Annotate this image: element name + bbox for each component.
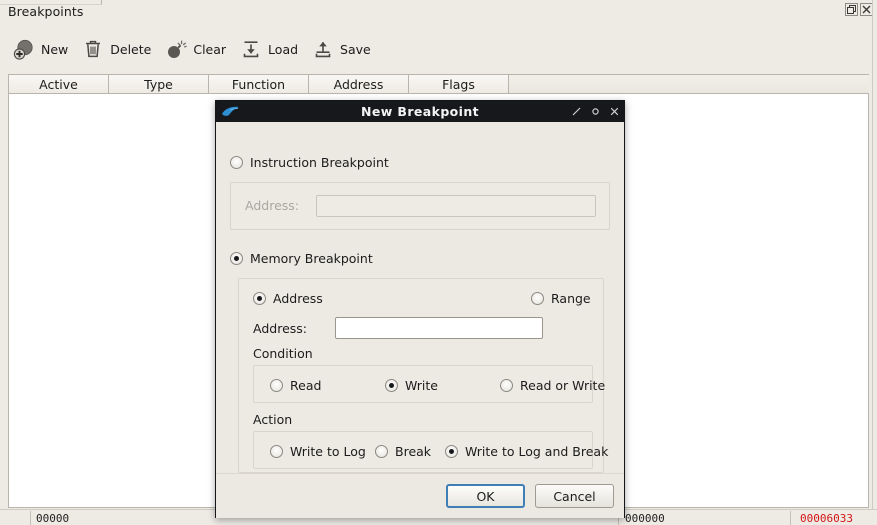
load-icon: [240, 38, 262, 60]
radio-memory-breakpoint-label: Memory Breakpoint: [250, 251, 373, 266]
radio-indicator[interactable]: [253, 292, 266, 305]
circle-icon: [592, 108, 599, 115]
radio-indicator[interactable]: [230, 252, 243, 265]
load-button-label: Load: [268, 41, 299, 57]
strip-cell: 00000: [36, 512, 70, 523]
radio-indicator[interactable]: [230, 156, 243, 169]
dialog-window-controls: [571, 101, 620, 122]
radio-mode-range-label: Range: [551, 291, 591, 306]
radio-memory-breakpoint[interactable]: Memory Breakpoint: [230, 251, 373, 266]
breakpoints-toolbar: New Delete Clear Load Save: [8, 33, 380, 65]
radio-instruction-breakpoint-label: Instruction Breakpoint: [250, 155, 389, 170]
radio-indicator[interactable]: [270, 445, 283, 458]
instruction-breakpoint-group: Address:: [230, 182, 610, 230]
cancel-button[interactable]: Cancel: [535, 484, 614, 508]
instruction-address-label: Address:: [245, 198, 299, 213]
column-header-address[interactable]: Address: [309, 75, 409, 93]
save-icon: [312, 38, 334, 60]
window-right-edge: [872, 0, 877, 525]
radio-instruction-breakpoint[interactable]: Instruction Breakpoint: [230, 155, 389, 170]
close-icon: [862, 5, 871, 14]
shade-button[interactable]: [571, 106, 582, 117]
memory-breakpoint-group: Address Range Address: Condition Read Wr…: [238, 278, 608, 473]
bomb-icon: [165, 38, 188, 60]
radio-action-break[interactable]: Break: [375, 444, 431, 459]
close-button[interactable]: [609, 106, 620, 117]
dialog-titlebar[interactable]: New Breakpoint: [216, 101, 624, 122]
save-button[interactable]: Save: [307, 34, 380, 64]
radio-action-break-label: Break: [395, 444, 432, 459]
new-breakpoint-dialog: New Breakpoint Instruction Breakpoint Ad…: [215, 100, 625, 518]
strip-divider: [30, 511, 31, 525]
radio-condition-write-label: Write: [405, 378, 439, 393]
new-button-label: New: [41, 41, 69, 57]
condition-group: Read Write Read or Write: [253, 365, 605, 403]
radio-condition-write[interactable]: Write: [385, 378, 438, 393]
dialog-title: New Breakpoint: [360, 104, 480, 119]
breakpoints-table-header: Active Type Function Address Flags: [8, 74, 869, 94]
restore-button[interactable]: [845, 3, 858, 16]
radio-indicator[interactable]: [270, 379, 283, 392]
instruction-address-input[interactable]: [316, 195, 596, 217]
radio-condition-read-or-write-label: Read or Write: [520, 378, 606, 393]
strip-cell-highlighted: 00006033: [800, 512, 853, 523]
radio-condition-read-label: Read: [290, 378, 322, 393]
diagonal-line-icon: [572, 107, 581, 116]
clear-button[interactable]: Clear: [160, 34, 235, 64]
radio-condition-read-or-write[interactable]: Read or Write: [500, 378, 605, 393]
radio-mode-range[interactable]: Range: [531, 291, 591, 306]
dialog-button-bar: OK Cancel: [446, 484, 614, 508]
action-section-label: Action: [253, 412, 293, 427]
action-group: Write to Log Break Write to Log and Brea…: [253, 431, 608, 469]
column-header-flags[interactable]: Flags: [409, 75, 509, 93]
radio-mode-address-label: Address: [273, 291, 323, 306]
save-button-label: Save: [340, 41, 371, 57]
radio-indicator[interactable]: [385, 379, 398, 392]
column-header-type[interactable]: Type: [109, 75, 209, 93]
main-window-controls: [845, 3, 873, 16]
radio-action-write-to-log-and-break[interactable]: Write to Log and Break: [445, 444, 608, 459]
delete-button[interactable]: Delete: [77, 34, 160, 64]
maximize-button[interactable]: [590, 106, 601, 117]
x-icon: [610, 107, 619, 116]
strip-cell: 000000: [625, 512, 665, 523]
new-breakpoint-icon: [13, 38, 35, 60]
memory-address-input[interactable]: [335, 317, 543, 339]
trash-icon: [82, 38, 104, 60]
new-button[interactable]: New: [8, 34, 77, 64]
restore-icon: [847, 5, 856, 14]
strip-divider: [790, 511, 791, 525]
radio-indicator[interactable]: [375, 445, 388, 458]
radio-action-write-to-log-and-break-label: Write to Log and Break: [465, 444, 609, 459]
radio-condition-read[interactable]: Read: [270, 378, 321, 393]
radio-indicator[interactable]: [531, 292, 544, 305]
load-button[interactable]: Load: [235, 34, 307, 64]
ok-button[interactable]: OK: [446, 484, 525, 508]
column-header-function[interactable]: Function: [209, 75, 309, 93]
app-dolphin-icon: [220, 104, 242, 120]
dialog-separator: [216, 473, 624, 474]
delete-button-label: Delete: [110, 41, 152, 57]
radio-action-write-to-log-label: Write to Log: [290, 444, 366, 459]
page-title: Breakpoints: [8, 4, 84, 19]
radio-action-write-to-log[interactable]: Write to Log: [270, 444, 366, 459]
column-header-active[interactable]: Active: [9, 75, 109, 93]
condition-section-label: Condition: [253, 346, 313, 361]
clear-button-label: Clear: [193, 41, 227, 57]
dialog-body: Instruction Breakpoint Address: Memory B…: [216, 122, 624, 518]
memory-address-label: Address:: [253, 321, 307, 336]
column-header-filler: [509, 75, 869, 93]
radio-indicator[interactable]: [500, 379, 513, 392]
radio-indicator[interactable]: [445, 445, 458, 458]
radio-mode-address[interactable]: Address: [253, 291, 323, 306]
